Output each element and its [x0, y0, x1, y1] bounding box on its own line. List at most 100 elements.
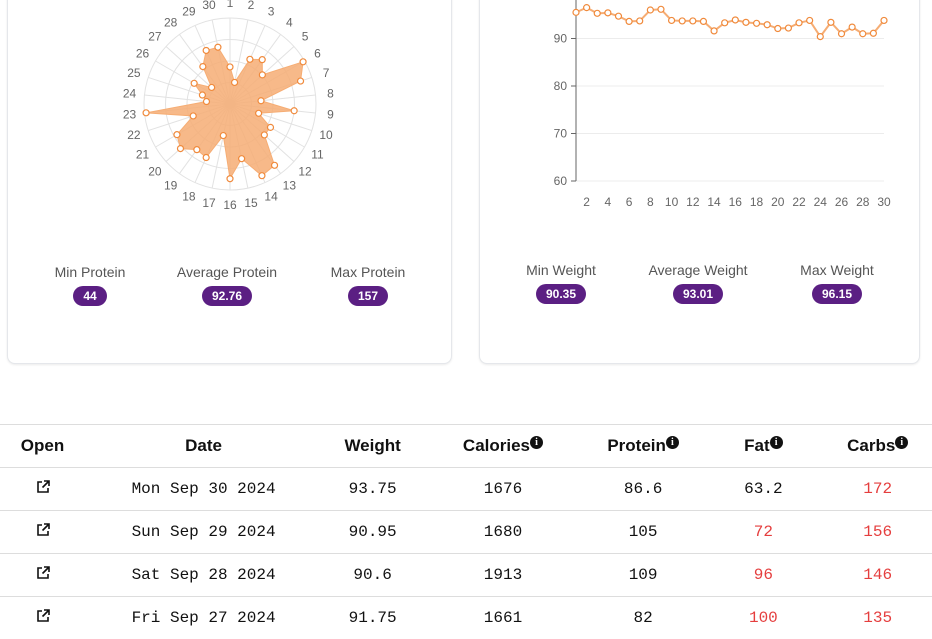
header-carbs: Carbsi: [823, 425, 932, 468]
protein-radar-point: [232, 79, 238, 85]
radar-axis-label: 17: [202, 196, 216, 210]
radar-axis-label: 22: [127, 128, 141, 142]
table-row: Sun Sep 29 2024 90.95 1680 105 72 156: [0, 511, 932, 554]
radar-axis-label: 26: [136, 47, 150, 61]
carbs-cell: 172: [823, 468, 932, 511]
calories-info-icon[interactable]: i: [530, 436, 543, 449]
max-protein-stat: Max Protein 157: [303, 264, 433, 306]
protein-radar-point: [200, 64, 206, 70]
fat-info-icon[interactable]: i: [770, 436, 783, 449]
external-link-icon[interactable]: [35, 479, 51, 495]
weight-x-tick-label: 26: [835, 195, 849, 209]
weight-point: [679, 18, 685, 24]
external-link-icon[interactable]: [35, 522, 51, 538]
weight-point: [860, 31, 866, 37]
weight-point: [775, 26, 781, 32]
average-weight-badge: 93.01: [673, 284, 723, 304]
weight-line-chart: 6070809010024681012141618202224262830: [480, 0, 919, 221]
external-link-icon[interactable]: [35, 565, 51, 581]
nutrition-table: Open Date Weight Caloriesi Proteini Fati…: [0, 424, 932, 639]
fat-cell: 72: [703, 511, 823, 554]
protein-cell: 105: [583, 511, 704, 554]
protein-radar-point: [267, 124, 273, 130]
protein-radar-chart: 1234567891011121314151617181920212223242…: [8, 0, 451, 241]
open-cell: [0, 511, 85, 554]
radar-axis-label: 2: [248, 0, 255, 12]
weight-point: [839, 31, 845, 37]
weight-point: [626, 18, 632, 24]
date-cell: Sun Sep 29 2024: [85, 511, 322, 554]
radar-axis-label: 5: [302, 29, 309, 43]
protein-cell: 109: [583, 554, 704, 597]
radar-axis-label: 20: [148, 165, 162, 179]
carbs-cell: 156: [823, 511, 932, 554]
calories-cell: 1676: [423, 468, 583, 511]
weight-point: [828, 19, 834, 25]
fat-cell: 100: [703, 597, 823, 639]
weight-point: [711, 28, 717, 34]
weight-point: [849, 24, 855, 30]
radar-axis-label: 30: [202, 0, 216, 12]
weight-cell: 90.95: [322, 511, 423, 554]
fat-cell: 63.2: [703, 468, 823, 511]
protein-radar-point: [209, 84, 215, 90]
protein-card: 1234567891011121314151617181920212223242…: [7, 0, 452, 364]
weight-cell: 90.6: [322, 554, 423, 597]
radar-axis-label: 4: [286, 15, 293, 29]
weight-x-tick-label: 16: [729, 195, 743, 209]
open-cell: [0, 597, 85, 639]
weight-y-tick-label: 60: [554, 174, 568, 188]
protein-cell: 82: [583, 597, 704, 639]
radar-axis-label: 9: [327, 108, 334, 122]
protein-info-icon[interactable]: i: [666, 436, 679, 449]
weight-point: [785, 25, 791, 31]
radar-axis-label: 28: [164, 15, 178, 29]
table-row: Mon Sep 30 2024 93.75 1676 86.6 63.2 172: [0, 468, 932, 511]
radar-axis-label: 15: [244, 196, 258, 210]
weight-point: [637, 18, 643, 24]
radar-axis-label: 18: [182, 189, 196, 203]
open-cell: [0, 468, 85, 511]
weight-point: [764, 22, 770, 28]
carbs-info-icon[interactable]: i: [895, 436, 908, 449]
weight-point: [722, 20, 728, 26]
table-row: Sat Sep 28 2024 90.6 1913 109 96 146: [0, 554, 932, 597]
fat-cell: 96: [703, 554, 823, 597]
min-protein-badge: 44: [73, 286, 106, 306]
max-protein-label: Max Protein: [303, 264, 433, 280]
weight-point: [807, 17, 813, 23]
radar-axis-label: 24: [123, 86, 137, 100]
min-weight-badge: 90.35: [536, 284, 586, 304]
protein-radar-point: [291, 108, 297, 114]
carbs-cell: 146: [823, 554, 932, 597]
protein-radar-point: [300, 59, 306, 65]
weight-x-tick-label: 28: [856, 195, 870, 209]
weight-point: [881, 17, 887, 23]
radar-axis-label: 3: [268, 5, 275, 19]
weight-point: [743, 19, 749, 25]
average-protein-badge: 92.76: [202, 286, 252, 306]
radar-axis-label: 27: [148, 29, 162, 43]
radar-axis-label: 11: [311, 148, 324, 162]
protein-radar-point: [259, 57, 265, 63]
external-link-icon[interactable]: [35, 608, 51, 624]
date-cell: Fri Sep 27 2024: [85, 597, 322, 639]
weight-y-tick-label: 70: [554, 127, 568, 141]
protein-radar-point: [199, 92, 205, 98]
weight-x-tick-label: 24: [814, 195, 828, 209]
weight-cell: 93.75: [322, 468, 423, 511]
table-header-row: Open Date Weight Caloriesi Proteini Fati…: [0, 425, 932, 468]
weight-point: [690, 18, 696, 24]
radar-axis-label: 8: [327, 86, 334, 100]
weight-x-tick-label: 2: [583, 195, 590, 209]
weight-point: [700, 18, 706, 24]
weight-point: [754, 20, 760, 26]
protein-radar-point: [256, 110, 262, 116]
date-cell: Sat Sep 28 2024: [85, 554, 322, 597]
header-carbs-label: Carbs: [847, 436, 895, 455]
protein-radar-point: [203, 155, 209, 161]
header-calories-label: Calories: [463, 436, 530, 455]
calories-cell: 1680: [423, 511, 583, 554]
radar-axis-label: 6: [314, 47, 321, 61]
radar-axis-label: 1: [227, 0, 234, 10]
